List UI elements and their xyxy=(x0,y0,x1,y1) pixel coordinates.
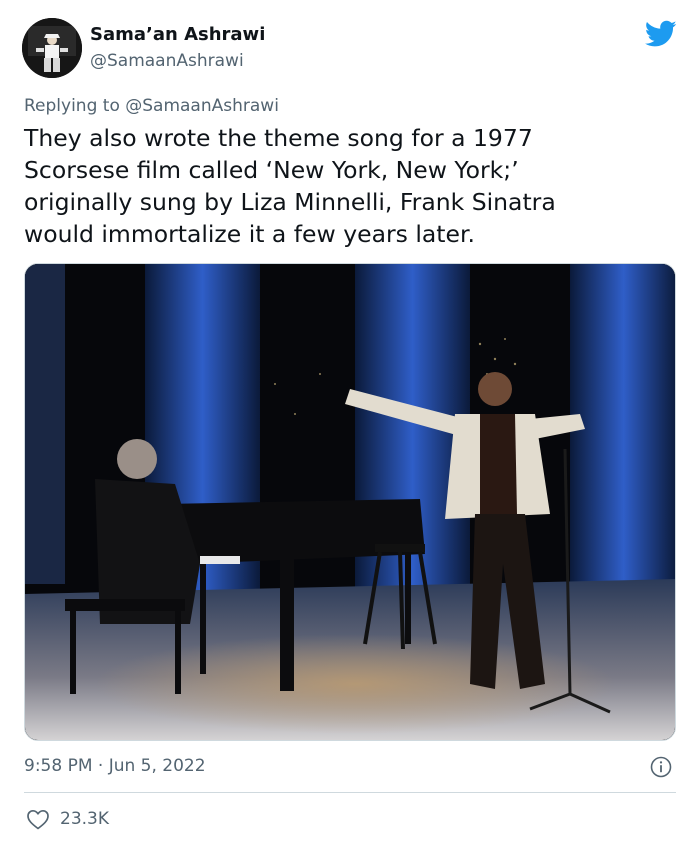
tweet-media-photo[interactable] xyxy=(24,263,676,741)
reply-mention-link[interactable]: @SamaanAshrawi xyxy=(125,96,279,116)
replying-to: Replying to @SamaanAshrawi xyxy=(24,96,279,116)
info-circle-icon[interactable] xyxy=(650,756,672,778)
user-handle[interactable]: @SamaanAshrawi xyxy=(90,51,244,71)
avatar-image xyxy=(22,18,82,78)
replying-to-label: Replying to xyxy=(24,96,126,116)
tweet-text-line: originally sung by Liza Minnelli, Frank … xyxy=(24,188,556,216)
tweet-text: They also wrote the theme song for a 197… xyxy=(24,122,674,250)
heart-outline-icon xyxy=(27,809,49,830)
twitter-bird-icon[interactable] xyxy=(645,20,677,48)
tweet-text-line: They also wrote the theme song for a 197… xyxy=(24,124,533,152)
like-button[interactable]: 23.3K xyxy=(26,806,109,832)
stage-performance-image xyxy=(25,264,675,740)
like-count: 23.3K xyxy=(60,809,109,829)
tweet-timestamp[interactable]: 9:58 PM · Jun 5, 2022 xyxy=(24,756,206,776)
divider xyxy=(24,792,676,793)
tweet-text-line: Scorsese film called ‘New York, New York… xyxy=(24,156,519,184)
avatar[interactable] xyxy=(22,18,82,78)
tweet-text-line: would immortalize it a few years later. xyxy=(24,220,475,248)
display-name[interactable]: Sama’an Ashrawi xyxy=(90,24,265,45)
